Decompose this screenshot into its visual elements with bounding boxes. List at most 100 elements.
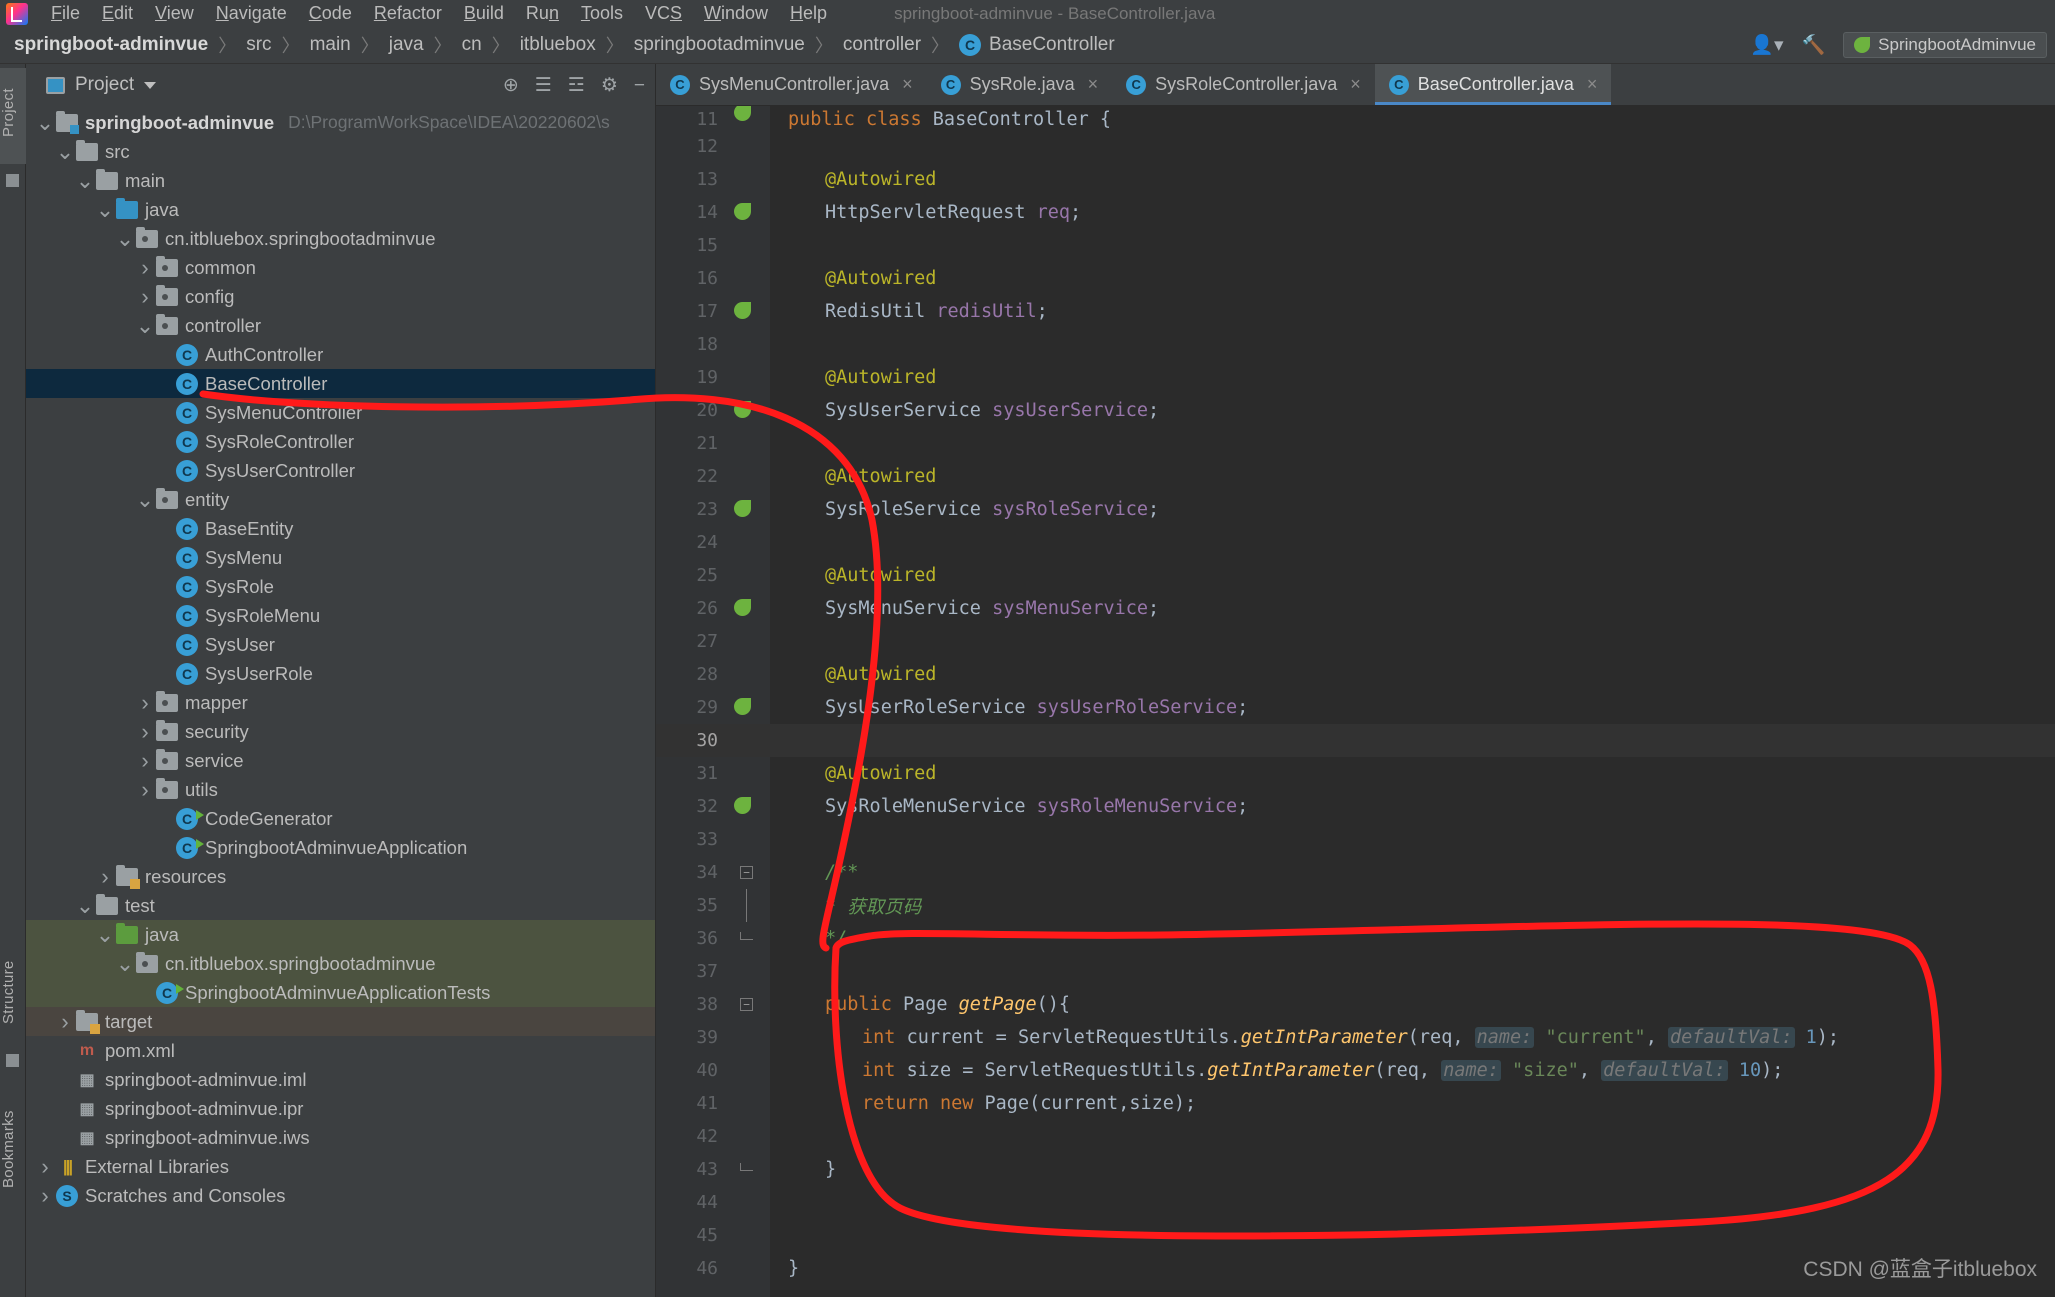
chevron-down-icon[interactable]: ⌄ [114,227,136,249]
gutter-marker[interactable] [718,922,770,955]
gutter-marker[interactable] [718,823,770,856]
tree-node-cn-itbluebox-springbootadminvue[interactable]: ⌄ cn.itbluebox.springbootadminvue [26,224,655,253]
breadcrumb-item-java[interactable]: java [389,34,424,56]
code-fold-collapse-icon[interactable]: − [740,866,753,879]
tree-node-springbootadminvueapplication[interactable]: C SpringbootAdminvueApplication [26,833,655,862]
tree-node-sysrolemenu[interactable]: C SysRoleMenu [26,601,655,630]
tool-window-button-structure[interactable]: Structure [0,934,26,1050]
tree-node-common[interactable]: › common [26,253,655,282]
gutter-marker[interactable] [718,427,770,460]
chevron-right-icon[interactable]: › [134,748,156,774]
editor-tab-basecontroller[interactable]: C BaseController.java × [1374,64,1612,105]
gutter-marker[interactable] [718,592,770,625]
code-text[interactable]: RedisUtil redisUtil; [770,301,2055,322]
chevron-down-icon[interactable]: ⌄ [134,314,156,336]
editor-tab-sysrolecontroller[interactable]: C SysRoleController.java × [1112,64,1375,105]
hide-panel-icon[interactable]: − [634,76,645,95]
chevron-right-icon[interactable]: › [94,864,116,890]
tree-node-src[interactable]: ⌄ src [26,137,655,166]
chevron-down-icon[interactable]: ⌄ [74,169,96,191]
build-hammer-icon[interactable]: 🔨 [1802,33,1826,57]
code-text[interactable]: HttpServletRequest req; [770,202,2055,223]
menu-item-navigate[interactable]: Navigate [205,0,298,27]
tree-node-authcontroller[interactable]: C AuthController [26,340,655,369]
gutter-marker[interactable] [718,1120,770,1153]
tree-node-sysuser[interactable]: C SysUser [26,630,655,659]
tool-window-button-project[interactable]: Project [0,68,26,164]
gutter-marker[interactable] [718,295,770,328]
spring-bean-gutter-icon[interactable] [734,106,751,121]
gutter-marker[interactable] [718,130,770,163]
tree-node-cn-itbluebox-springbootadminvue[interactable]: ⌄ cn.itbluebox.springbootadminvue [26,949,655,978]
tree-node-codegenerator[interactable]: C CodeGenerator [26,804,655,833]
gutter-marker[interactable] [718,526,770,559]
menu-item-tools[interactable]: Tools [570,0,634,27]
gutter-marker[interactable] [718,229,770,262]
tree-node-pom-xml[interactable]: m pom.xml [26,1036,655,1065]
spring-bean-gutter-icon[interactable] [734,599,751,616]
chevron-down-icon[interactable]: ⌄ [34,111,56,133]
gutter-marker[interactable] [718,493,770,526]
menu-item-vcs[interactable]: VCS [634,0,693,27]
breadcrumb-item-controller[interactable]: controller [843,34,921,56]
gutter-marker[interactable] [718,1153,770,1186]
settings-gear-icon[interactable]: ⚙ [601,76,618,95]
tool-window-button-bookmarks[interactable]: Bookmarks [0,1084,26,1214]
chevron-right-icon[interactable]: › [134,690,156,716]
chevron-right-icon[interactable]: › [34,1154,56,1180]
spring-bean-gutter-icon[interactable] [734,203,751,220]
tree-node-baseentity[interactable]: C BaseEntity [26,514,655,543]
gutter-marker[interactable] [718,163,770,196]
tree-node-basecontroller[interactable]: C BaseController [26,369,655,398]
user-avatar-icon[interactable]: 👤▾ [1750,33,1783,57]
gutter-marker[interactable] [718,328,770,361]
tree-node-target[interactable]: › target [26,1007,655,1036]
code-fold-end-icon[interactable] [740,932,753,940]
gutter-marker[interactable] [718,724,770,757]
tree-node-external-libraries[interactable]: › ||| External Libraries [26,1152,655,1181]
code-text[interactable]: SysMenuService sysMenuService; [770,598,2055,619]
chevron-right-icon[interactable]: › [134,284,156,310]
code-text[interactable]: SysRoleService sysRoleService; [770,499,2055,520]
code-text[interactable]: @Autowired [770,664,2055,685]
menu-item-build[interactable]: Build [453,0,515,27]
code-text[interactable]: @Autowired [770,565,2055,586]
chevron-down-icon[interactable]: ⌄ [54,140,76,162]
code-text[interactable]: int size = ServletRequestUtils.getIntPar… [770,1060,2055,1081]
menu-item-run[interactable]: Run [515,0,570,27]
menu-item-window[interactable]: Window [693,0,779,27]
tree-node-utils[interactable]: › utils [26,775,655,804]
gutter-marker[interactable] [718,790,770,823]
tree-node-java[interactable]: ⌄ java [26,195,655,224]
gutter-marker[interactable] [718,1087,770,1120]
tree-node-sysrolecontroller[interactable]: C SysRoleController [26,427,655,456]
breadcrumb-item-itbluebox[interactable]: itbluebox [520,34,596,56]
close-tab-icon[interactable]: × [1350,74,1361,95]
close-tab-icon[interactable]: × [1088,74,1099,95]
tree-node-scratches-and-consoles[interactable]: › S Scratches and Consoles [26,1181,655,1210]
spring-bean-gutter-icon[interactable] [734,797,751,814]
tree-node-config[interactable]: › config [26,282,655,311]
code-text[interactable]: SysUserService sysUserService; [770,400,2055,421]
tree-node-main[interactable]: ⌄ main [26,166,655,195]
gutter-marker[interactable] [718,196,770,229]
gutter-marker[interactable] [718,1219,770,1252]
breadcrumb-item-cn[interactable]: cn [462,34,482,56]
tree-node-springboot-adminvue[interactable]: ⌄ springboot-adminvue D:\ProgramWorkSpace\… [26,108,655,137]
breadcrumb-item-springboot-adminvue[interactable]: springboot-adminvue [14,34,208,56]
code-text[interactable]: @Autowired [770,169,2055,190]
gutter-marker[interactable] [718,106,770,130]
close-tab-icon[interactable]: × [902,74,913,95]
spring-bean-gutter-icon[interactable] [734,401,751,418]
chevron-down-icon[interactable] [144,81,157,89]
tree-node-entity[interactable]: ⌄ entity [26,485,655,514]
code-text[interactable]: @Autowired [770,763,2055,784]
gutter-marker[interactable] [718,757,770,790]
chevron-down-icon[interactable]: ⌄ [94,198,116,220]
gutter-marker[interactable] [718,625,770,658]
code-fold-collapse-icon[interactable]: − [740,998,753,1011]
gutter-marker[interactable] [718,1186,770,1219]
expand-all-icon[interactable]: ☰ [535,76,552,95]
gutter-marker[interactable] [718,691,770,724]
chevron-right-icon[interactable]: › [134,777,156,803]
